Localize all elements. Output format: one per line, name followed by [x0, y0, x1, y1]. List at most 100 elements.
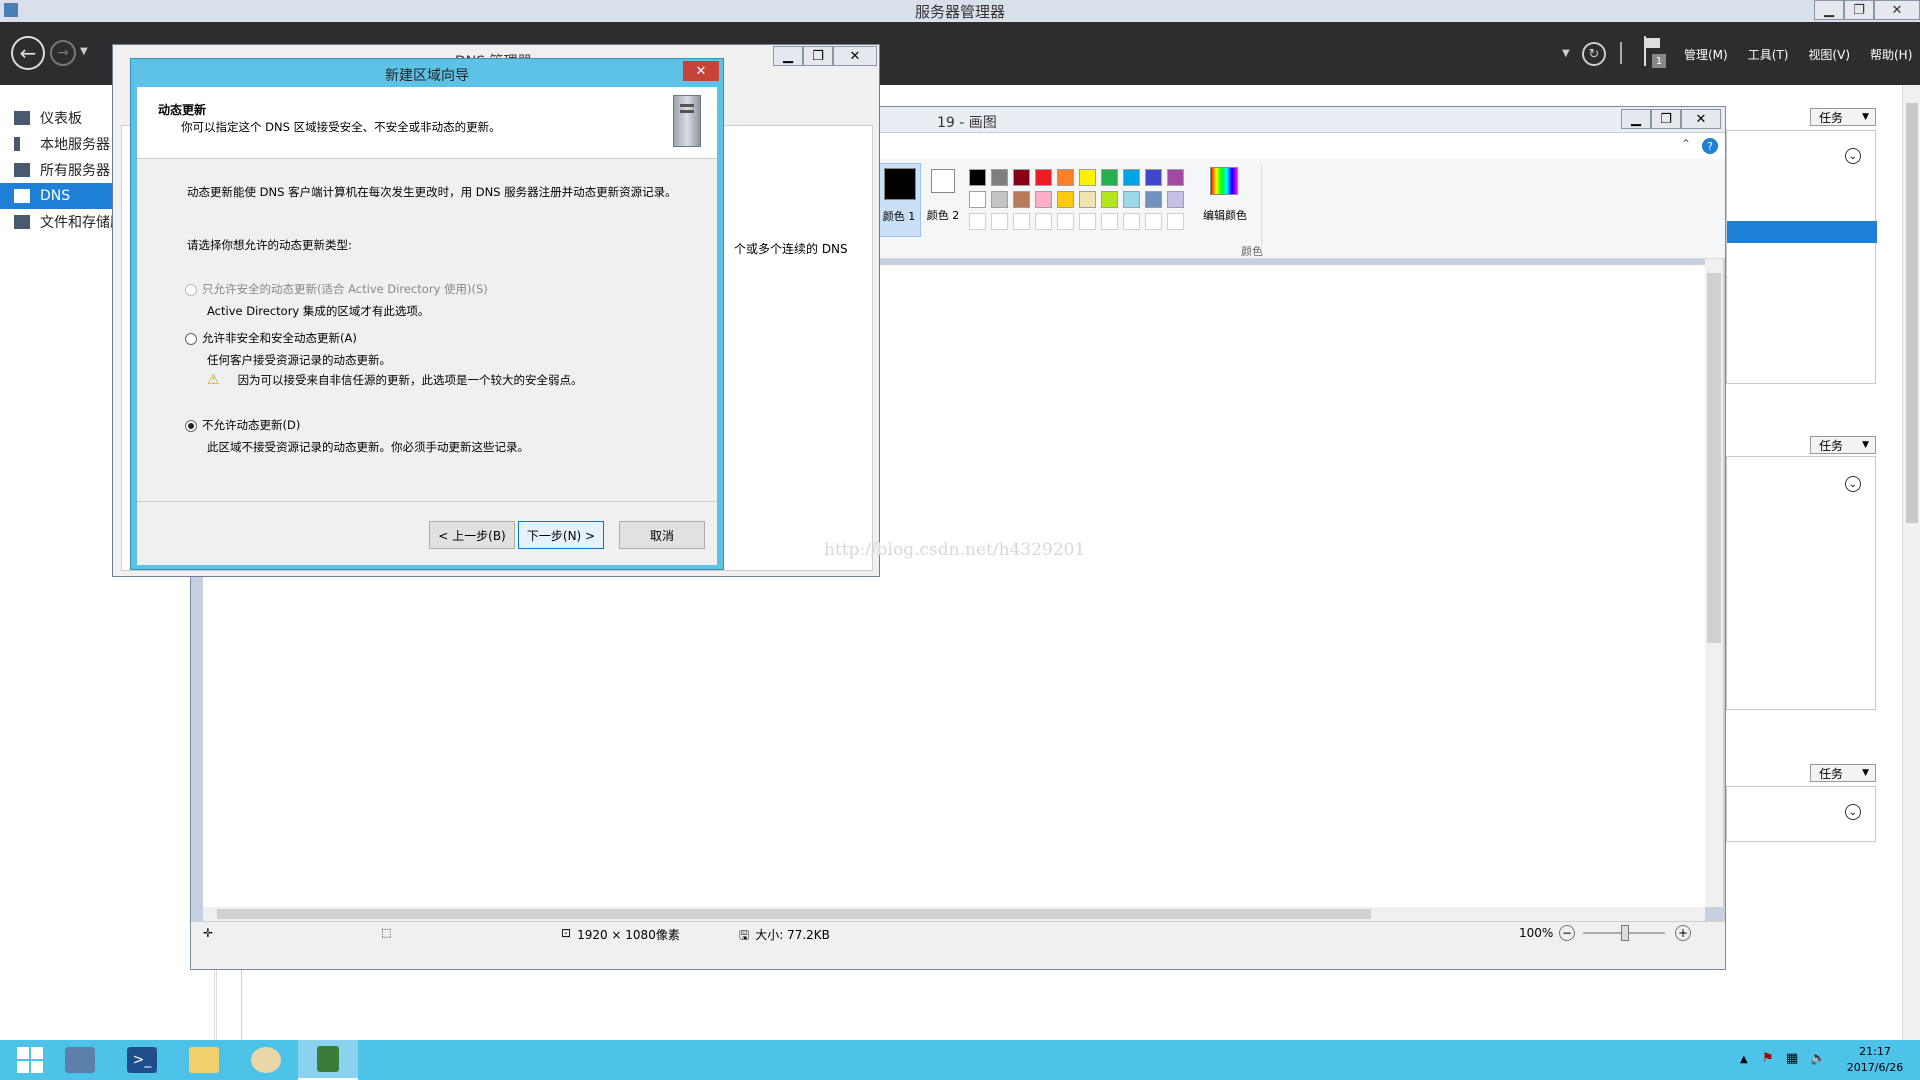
scrollbar-thumb[interactable]: [1906, 103, 1918, 523]
back-arrow-icon[interactable]: ←: [11, 36, 45, 70]
custom-color-slot[interactable]: [1057, 213, 1074, 230]
folder-icon: [189, 1047, 219, 1073]
dns-restore-button[interactable]: ❐: [803, 46, 833, 66]
palette-swatch[interactable]: [1035, 191, 1052, 208]
palette-swatch[interactable]: [969, 191, 986, 208]
disk-icon: 🖫: [739, 928, 750, 942]
forward-arrow-icon[interactable]: →: [50, 40, 76, 66]
restore-button[interactable]: ❐: [1844, 0, 1874, 20]
paint-horizontal-scrollbar[interactable]: [203, 907, 1705, 921]
watermark-text: http://blog.csdn.net/h4329201: [824, 540, 1086, 560]
dns-close-button[interactable]: ✕: [833, 46, 877, 66]
palette-swatch[interactable]: [1079, 169, 1096, 186]
edit-colors-button[interactable]: 编辑颜色: [1197, 163, 1253, 237]
paint-close-button[interactable]: ✕: [1681, 109, 1721, 129]
menu-view[interactable]: 视图(V): [1808, 46, 1850, 63]
expand-chevron-icon-3[interactable]: ⌄: [1845, 804, 1861, 820]
action-center-icon[interactable]: ⚑: [1762, 1051, 1774, 1066]
palette-swatch[interactable]: [1123, 169, 1140, 186]
palette-swatch[interactable]: [1079, 191, 1096, 208]
zoom-out-icon[interactable]: −: [1559, 925, 1575, 941]
zoom-slider[interactable]: [1583, 925, 1665, 941]
custom-color-slot[interactable]: [1167, 213, 1184, 230]
zoom-in-icon[interactable]: +: [1675, 925, 1691, 941]
custom-color-slot[interactable]: [1145, 213, 1162, 230]
expand-chevron-icon-2[interactable]: ⌄: [1845, 476, 1861, 492]
palette-swatch[interactable]: [991, 169, 1008, 186]
taskbar-powershell[interactable]: >_: [112, 1040, 172, 1080]
palette-swatch[interactable]: [1123, 191, 1140, 208]
palette-swatch[interactable]: [1013, 191, 1030, 208]
palette-swatch[interactable]: [1101, 191, 1118, 208]
menu-help[interactable]: 帮助(H): [1870, 46, 1912, 63]
show-hidden-icons[interactable]: ▲: [1740, 1054, 1748, 1065]
minimize-button[interactable]: ▁: [1814, 0, 1844, 20]
palette-swatch[interactable]: [1035, 169, 1052, 186]
taskbar-server-manager[interactable]: [50, 1040, 110, 1080]
no-dynamic-updates-radio[interactable]: [185, 420, 197, 432]
custom-color-slot[interactable]: [991, 213, 1008, 230]
palette-swatch[interactable]: [1013, 169, 1030, 186]
custom-color-slot[interactable]: [1013, 213, 1030, 230]
edit-colors-icon: [1210, 167, 1238, 195]
cancel-button[interactable]: 取消: [619, 521, 705, 549]
palette-swatch[interactable]: [1167, 169, 1184, 186]
option-no-dynamic-updates[interactable]: 不允许动态更新(D): [185, 417, 300, 433]
dns-minimize-button[interactable]: ▁: [773, 46, 803, 66]
dropdown-icon[interactable]: ▼: [1562, 48, 1570, 59]
taskbar-file-explorer[interactable]: [174, 1040, 234, 1080]
server-manager-scrollbar[interactable]: [1902, 85, 1920, 1040]
palette-swatch[interactable]: [1145, 169, 1162, 186]
history-dropdown-icon[interactable]: ▼: [80, 46, 88, 57]
palette-swatch[interactable]: [1167, 191, 1184, 208]
palette-swatch[interactable]: [1145, 191, 1162, 208]
taskbar-dns-manager[interactable]: [298, 1040, 358, 1080]
expand-chevron-icon-1[interactable]: ⌄: [1845, 148, 1861, 164]
custom-color-slot[interactable]: [1035, 213, 1052, 230]
menu-manage[interactable]: 管理(M): [1684, 46, 1728, 63]
back-button[interactable]: < 上一步(B): [429, 521, 515, 549]
paint-vertical-scrollbar[interactable]: [1705, 259, 1723, 907]
custom-color-slot[interactable]: [1101, 213, 1118, 230]
nonsecure-secure-radio[interactable]: [185, 333, 197, 345]
collapse-ribbon-icon[interactable]: ⌃: [1681, 137, 1691, 151]
windows-logo-icon: [17, 1047, 43, 1073]
refresh-icon[interactable]: ↻: [1582, 42, 1606, 66]
palette-swatch[interactable]: [1057, 169, 1074, 186]
paint-hscroll-thumb[interactable]: [217, 909, 1371, 919]
palette-swatch[interactable]: [969, 169, 986, 186]
next-button[interactable]: 下一步(N) >: [518, 521, 604, 549]
clock-time: 21:17: [1859, 1045, 1891, 1058]
custom-color-slot[interactable]: [1123, 213, 1140, 230]
dns-network-icon: [317, 1046, 339, 1072]
paint-vscroll-thumb[interactable]: [1707, 273, 1721, 643]
color1-selector[interactable]: 颜色 1: [877, 163, 921, 237]
zoom-slider-handle[interactable]: [1621, 925, 1629, 941]
palette-swatch[interactable]: [1101, 169, 1118, 186]
volume-icon[interactable]: 🔈: [1810, 1051, 1826, 1066]
palette-swatch[interactable]: [991, 191, 1008, 208]
option-secure-only[interactable]: 只允许安全的动态更新(适合 Active Directory 使用)(S): [185, 281, 488, 297]
clock[interactable]: 21:17 2017/6/26: [1840, 1044, 1910, 1076]
network-icon[interactable]: ▦: [1786, 1051, 1798, 1066]
option-nonsecure-and-secure[interactable]: 允许非安全和安全动态更新(A): [185, 330, 357, 346]
server-icon: [14, 137, 20, 151]
secure-only-radio[interactable]: [185, 284, 197, 296]
notifications-flag-icon[interactable]: 1: [1640, 36, 1666, 68]
help-icon[interactable]: ?: [1702, 138, 1718, 154]
custom-color-slot[interactable]: [969, 213, 986, 230]
tasks-button-2[interactable]: 任务 ▼: [1810, 436, 1876, 454]
sm-panel-selected-row[interactable]: [1727, 221, 1877, 243]
taskbar-paint[interactable]: [236, 1040, 296, 1080]
color2-selector[interactable]: 颜色 2: [921, 163, 965, 237]
paint-minimize-button[interactable]: ▁: [1621, 109, 1651, 129]
close-button[interactable]: ✕: [1874, 0, 1920, 20]
tasks-button-1[interactable]: 任务 ▼: [1810, 108, 1876, 126]
menu-tools[interactable]: 工具(T): [1748, 46, 1789, 63]
header-menu: 管理(M) 工具(T) 视图(V) 帮助(H): [1684, 46, 1912, 63]
palette-swatch[interactable]: [1057, 191, 1074, 208]
paint-restore-button[interactable]: ❐: [1651, 109, 1681, 129]
tasks-button-3[interactable]: 任务 ▼: [1810, 764, 1876, 782]
wizard-close-button[interactable]: ✕: [683, 61, 719, 81]
custom-color-slot[interactable]: [1079, 213, 1096, 230]
